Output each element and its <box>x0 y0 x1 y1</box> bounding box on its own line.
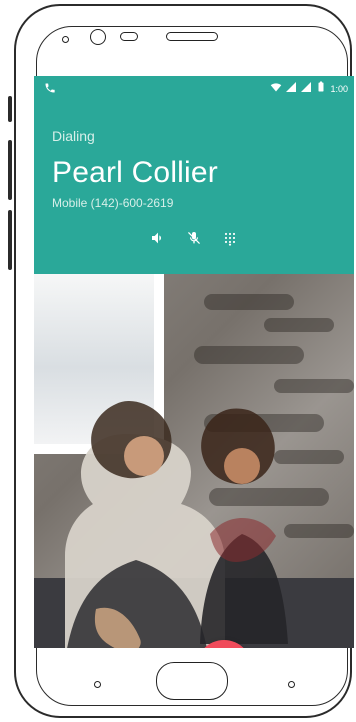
dialpad-icon <box>222 230 238 251</box>
speaker-button[interactable] <box>144 226 172 254</box>
home-button[interactable] <box>156 662 228 700</box>
side-button[interactable] <box>8 210 12 270</box>
contact-photo <box>34 274 354 648</box>
phone-icon <box>44 81 56 93</box>
status-bar: 1:00 <box>34 76 354 98</box>
right-capacitive-key[interactable] <box>288 681 295 688</box>
power-button[interactable] <box>8 140 12 200</box>
caller-name: Pearl Collier <box>52 156 218 189</box>
caller-number: Mobile (142)-600-2619 <box>52 196 174 210</box>
child-illustration <box>200 408 288 644</box>
call-header: Dialing Pearl Collier Mobile (142)-600-2… <box>34 98 354 274</box>
earpiece-speaker-icon <box>166 32 218 41</box>
wifi-icon <box>270 80 282 98</box>
status-time: 1:00 <box>330 84 348 94</box>
light-sensor-icon <box>120 32 138 41</box>
left-capacitive-key[interactable] <box>94 681 101 688</box>
mute-button[interactable] <box>180 226 208 254</box>
signal-icon <box>300 80 312 98</box>
signal-icon <box>285 80 297 98</box>
volume-button[interactable] <box>8 96 12 122</box>
phone-screen: 1:00 Dialing Pearl Collier Mobile (142)-… <box>34 76 354 648</box>
proximity-sensor-icon <box>62 36 69 43</box>
status-right: 1:00 <box>270 80 348 98</box>
mute-icon <box>186 230 202 251</box>
call-actions <box>34 226 354 266</box>
call-state: Dialing <box>52 128 95 144</box>
front-camera-icon <box>90 29 106 45</box>
dialpad-button[interactable] <box>216 226 244 254</box>
battery-icon <box>315 80 327 98</box>
speaker-icon <box>150 230 166 251</box>
